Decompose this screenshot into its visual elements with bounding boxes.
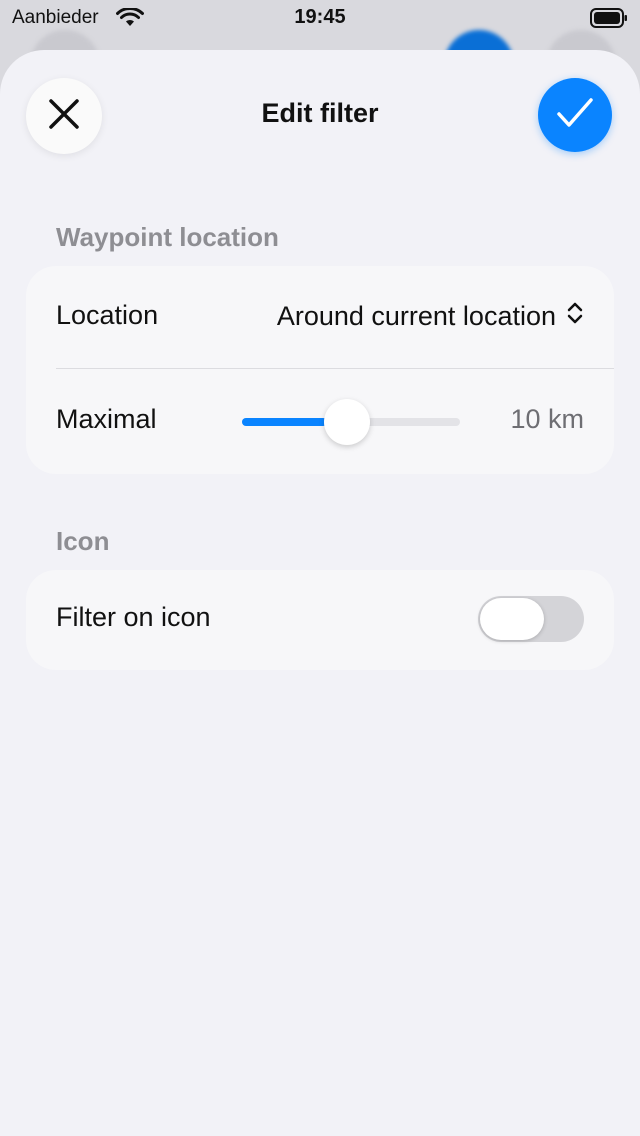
- battery-icon: [590, 8, 628, 33]
- filter-on-icon-toggle[interactable]: [478, 596, 584, 642]
- location-label: Location: [56, 300, 159, 330]
- icon-card: Filter on icon: [26, 570, 614, 670]
- edit-filter-sheet: Edit filter Waypoint location Location A…: [0, 50, 640, 1136]
- location-picker-value: Around current location: [276, 301, 556, 331]
- distance-value: 10 km: [510, 404, 584, 434]
- chevron-up-down-icon: [566, 300, 584, 333]
- maximal-label: Maximal: [56, 404, 157, 434]
- distance-slider-fill: [242, 418, 327, 426]
- confirm-button[interactable]: [538, 78, 612, 152]
- section-header-waypoint-location: Waypoint location: [56, 222, 279, 252]
- location-row: Location Around current location: [56, 266, 584, 366]
- filter-on-icon-row: Filter on icon: [56, 570, 584, 670]
- waypoint-location-card: Location Around current location Maximal: [26, 266, 614, 474]
- section-header-icon: Icon: [56, 526, 110, 556]
- checkmark-icon: [555, 96, 595, 135]
- status-bar: Aanbieder 19:45: [0, 0, 640, 40]
- distance-slider-thumb[interactable]: [323, 399, 370, 445]
- toggle-knob: [480, 598, 544, 640]
- sheet-nav-bar: Edit filter: [0, 50, 640, 180]
- location-picker[interactable]: Around current location: [277, 300, 584, 333]
- maximal-row: Maximal 10 km: [56, 370, 584, 470]
- filter-on-icon-label: Filter on icon: [56, 602, 211, 632]
- divider: [56, 368, 614, 369]
- status-time: 19:45: [294, 6, 346, 28]
- screen: Aanbieder 19:45 Edit filter Waypoint loc…: [0, 0, 640, 1136]
- distance-slider[interactable]: [242, 399, 460, 445]
